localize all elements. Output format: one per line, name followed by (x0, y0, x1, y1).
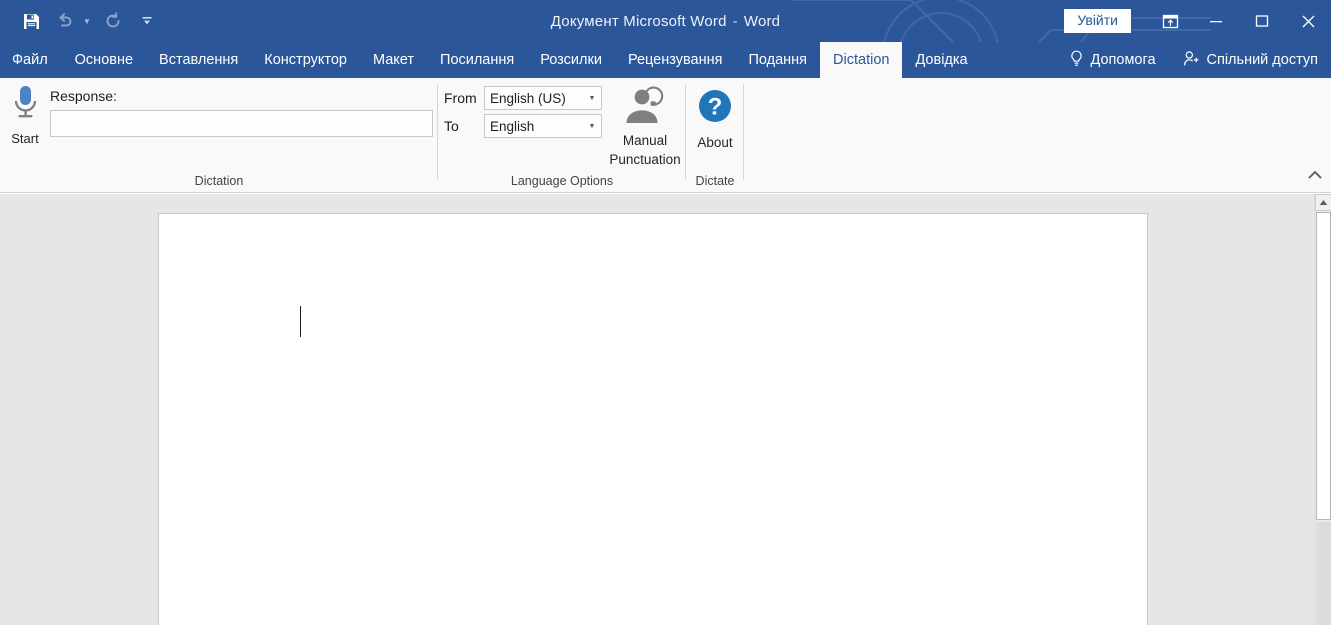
close-button[interactable] (1285, 0, 1331, 42)
lightbulb-icon (1069, 50, 1084, 71)
ribbon: Start Response: Dictation From English (… (0, 78, 1331, 193)
save-icon[interactable] (16, 6, 46, 36)
ribbon-tab-bar: Файл Основне Вставлення Конструктор Маке… (0, 42, 1331, 78)
signin-button[interactable]: Увійти (1064, 8, 1131, 34)
chevron-down-icon: ▼ (588, 122, 596, 130)
tab-mailings[interactable]: Розсилки (527, 42, 615, 78)
scrollbar-track[interactable] (1316, 522, 1331, 625)
tab-label: Посилання (440, 52, 515, 68)
from-language-select[interactable]: English (US) ▼ (484, 86, 602, 110)
group-label-dictation: Dictation (194, 174, 244, 188)
redo-icon[interactable] (98, 6, 128, 36)
response-label: Response: (50, 88, 117, 104)
scroll-up-button[interactable] (1315, 194, 1331, 211)
chevron-down-icon: ▼ (588, 94, 596, 102)
headset-person-icon (623, 86, 667, 129)
tab-tell-me[interactable]: Допомога (1057, 42, 1169, 78)
tab-help[interactable]: Довідка (902, 42, 980, 78)
app-name: Word (743, 12, 781, 30)
document-name: Документ Microsoft Word (550, 12, 727, 30)
tab-view[interactable]: Подання (735, 42, 820, 78)
tab-layout[interactable]: Макет (360, 42, 427, 78)
to-language-select[interactable]: English ▼ (484, 114, 602, 138)
to-label: To (444, 118, 459, 134)
start-dictation-button[interactable]: Start (4, 84, 46, 150)
about-label: About (697, 135, 733, 150)
group-separator (743, 84, 744, 180)
group-label-dictate: Dictate (695, 174, 735, 188)
maximize-button[interactable] (1239, 0, 1285, 42)
tab-references[interactable]: Посилання (427, 42, 527, 78)
ribbon-display-options-icon[interactable] (1147, 0, 1193, 42)
tab-label: Вставлення (159, 52, 239, 68)
share-label: Спільний доступ (1206, 52, 1318, 68)
svg-text:?: ? (708, 94, 723, 121)
start-label: Start (11, 131, 39, 146)
undo-dropdown-icon[interactable]: ▼ (80, 6, 94, 36)
manual-punctuation-label-line1: Manual (622, 133, 668, 148)
tab-label: Конструктор (264, 52, 347, 68)
question-mark-icon: ? (697, 88, 733, 129)
tab-label: Основне (74, 52, 134, 68)
quick-access-toolbar: ▼ (0, 0, 162, 42)
title-separator: - (732, 12, 738, 30)
collapse-ribbon-button[interactable] (1303, 164, 1327, 186)
ribbon-group-dictation: Start Response: Dictation (0, 78, 438, 192)
tab-label: Довідка (915, 52, 968, 68)
manual-punctuation-button[interactable]: Manual Punctuation (606, 82, 684, 168)
document-page[interactable] (158, 213, 1148, 625)
tell-me-label: Допомога (1090, 52, 1156, 68)
scrollbar-thumb[interactable] (1316, 212, 1331, 520)
undo-icon[interactable] (50, 6, 80, 36)
tab-label: Рецензування (627, 52, 723, 68)
response-input[interactable] (50, 110, 433, 137)
ribbon-group-dictate: ? About Dictate (686, 78, 744, 192)
tab-label: Dictation (833, 52, 890, 68)
share-button[interactable]: Спільний доступ (1170, 42, 1331, 78)
customize-quick-access-icon[interactable] (132, 6, 162, 36)
share-person-icon (1183, 50, 1201, 71)
title-bar: ▼ Документ Microsoft Word - Word Увійти (0, 0, 1331, 42)
tab-label: Розсилки (540, 52, 602, 68)
tab-insert[interactable]: Вставлення (146, 42, 251, 78)
tab-home[interactable]: Основне (62, 42, 146, 78)
tab-file[interactable]: Файл (0, 42, 62, 78)
to-language-value: English (490, 118, 535, 134)
tab-dictation[interactable]: Dictation (820, 42, 903, 78)
from-language-value: English (US) (490, 90, 566, 106)
manual-punctuation-label-line2: Punctuation (609, 152, 681, 168)
microphone-icon (9, 84, 42, 129)
to-language-row: To English ▼ (444, 114, 602, 138)
minimize-button[interactable] (1193, 0, 1239, 42)
tab-label: Подання (748, 52, 808, 68)
tab-design[interactable]: Конструктор (251, 42, 360, 78)
from-language-row: From English (US) ▼ (444, 86, 602, 110)
about-button[interactable]: ? About (689, 84, 741, 154)
tab-label: Макет (372, 52, 415, 68)
tab-bar-right: Допомога Спільний доступ (1057, 42, 1331, 78)
group-label-language-options: Language Options (510, 174, 614, 188)
title-bar-right-controls: Увійти (1064, 0, 1331, 42)
text-cursor (300, 306, 301, 337)
document-workspace (0, 194, 1331, 625)
from-label: From (444, 90, 477, 106)
tab-label: Файл (12, 52, 48, 68)
tab-review[interactable]: Рецензування (615, 42, 736, 78)
vertical-scrollbar[interactable] (1314, 194, 1331, 625)
ribbon-group-language-options: From English (US) ▼ To English ▼ Manual … (438, 78, 686, 192)
